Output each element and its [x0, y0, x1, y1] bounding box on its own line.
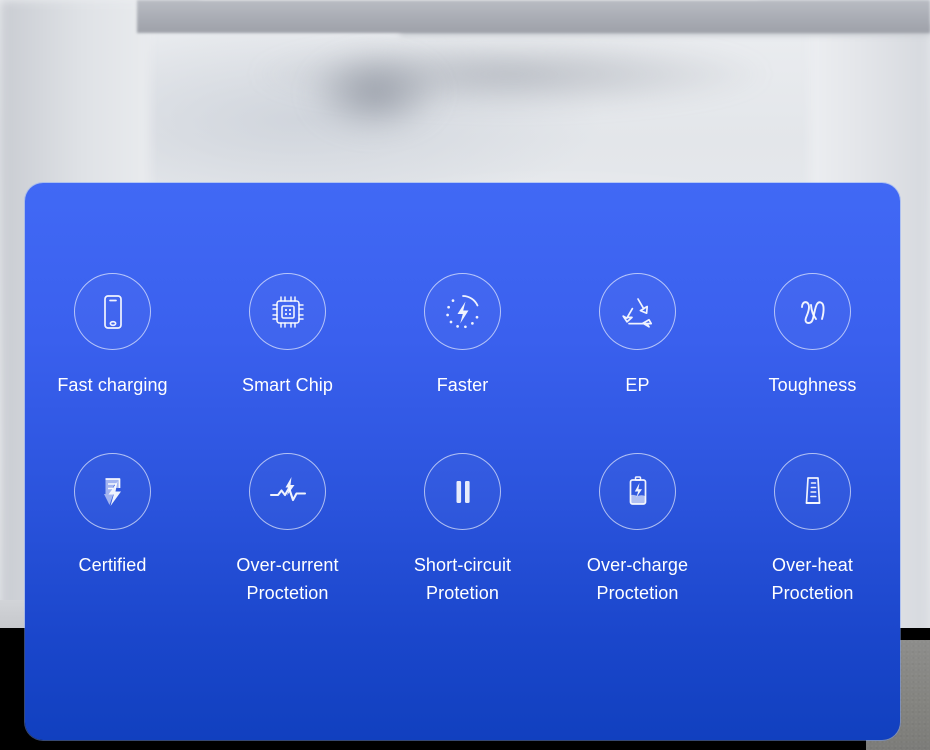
feature-item-over-current[interactable]: Over-current Proctetion [200, 453, 375, 607]
feature-item-certified[interactable]: Certified [25, 453, 200, 607]
background-soft-shadow [170, 34, 870, 124]
feature-panel: Fast charging Smart Chip Faster EP Tough… [25, 183, 900, 740]
background-dark-blob [285, 38, 465, 148]
feature-item-over-charge[interactable]: Over-charge Proctetion [550, 453, 725, 607]
speed-gauge-bolt-icon [424, 273, 501, 350]
background-gray-bar [137, 0, 930, 33]
feature-label: Short-circuit Protetion [413, 555, 512, 603]
feature-label: Over-heat Proctetion [771, 555, 854, 603]
wavy-cable-icon [774, 273, 851, 350]
feature-label: Fast charging [57, 375, 168, 395]
chip-icon [249, 273, 326, 350]
feature-label: EP [625, 375, 650, 395]
feature-label: Over-charge Proctetion [586, 555, 689, 603]
feature-item-toughness[interactable]: Toughness [725, 273, 900, 399]
battery-bolt-icon [599, 453, 676, 530]
graduated-cylinder-icon [774, 453, 851, 530]
feature-label: Smart Chip [241, 375, 334, 395]
feature-item-short-circuit[interactable]: Short-circuit Protetion [375, 453, 550, 607]
feature-row-2: Certified Over-current Proctetion Short-… [25, 399, 900, 607]
feature-item-over-heat[interactable]: Over-heat Proctetion [725, 453, 900, 607]
feature-label: Over-current Proctetion [236, 555, 339, 603]
feature-item-faster[interactable]: Faster [375, 273, 550, 399]
feature-item-fast-charging[interactable]: Fast charging [25, 273, 200, 399]
feature-item-ep[interactable]: EP [550, 273, 725, 399]
feature-item-smart-chip[interactable]: Smart Chip [200, 273, 375, 399]
current-waveform-bolt-icon [249, 453, 326, 530]
feature-label: Faster [436, 375, 489, 395]
feature-label: Certified [78, 555, 147, 575]
pause-icon [424, 453, 501, 530]
smartphone-icon [74, 273, 151, 350]
feature-label: Toughness [768, 375, 857, 395]
recycle-icon [599, 273, 676, 350]
feature-row-1: Fast charging Smart Chip Faster EP Tough… [25, 183, 900, 399]
certificate-bolt-icon [74, 453, 151, 530]
